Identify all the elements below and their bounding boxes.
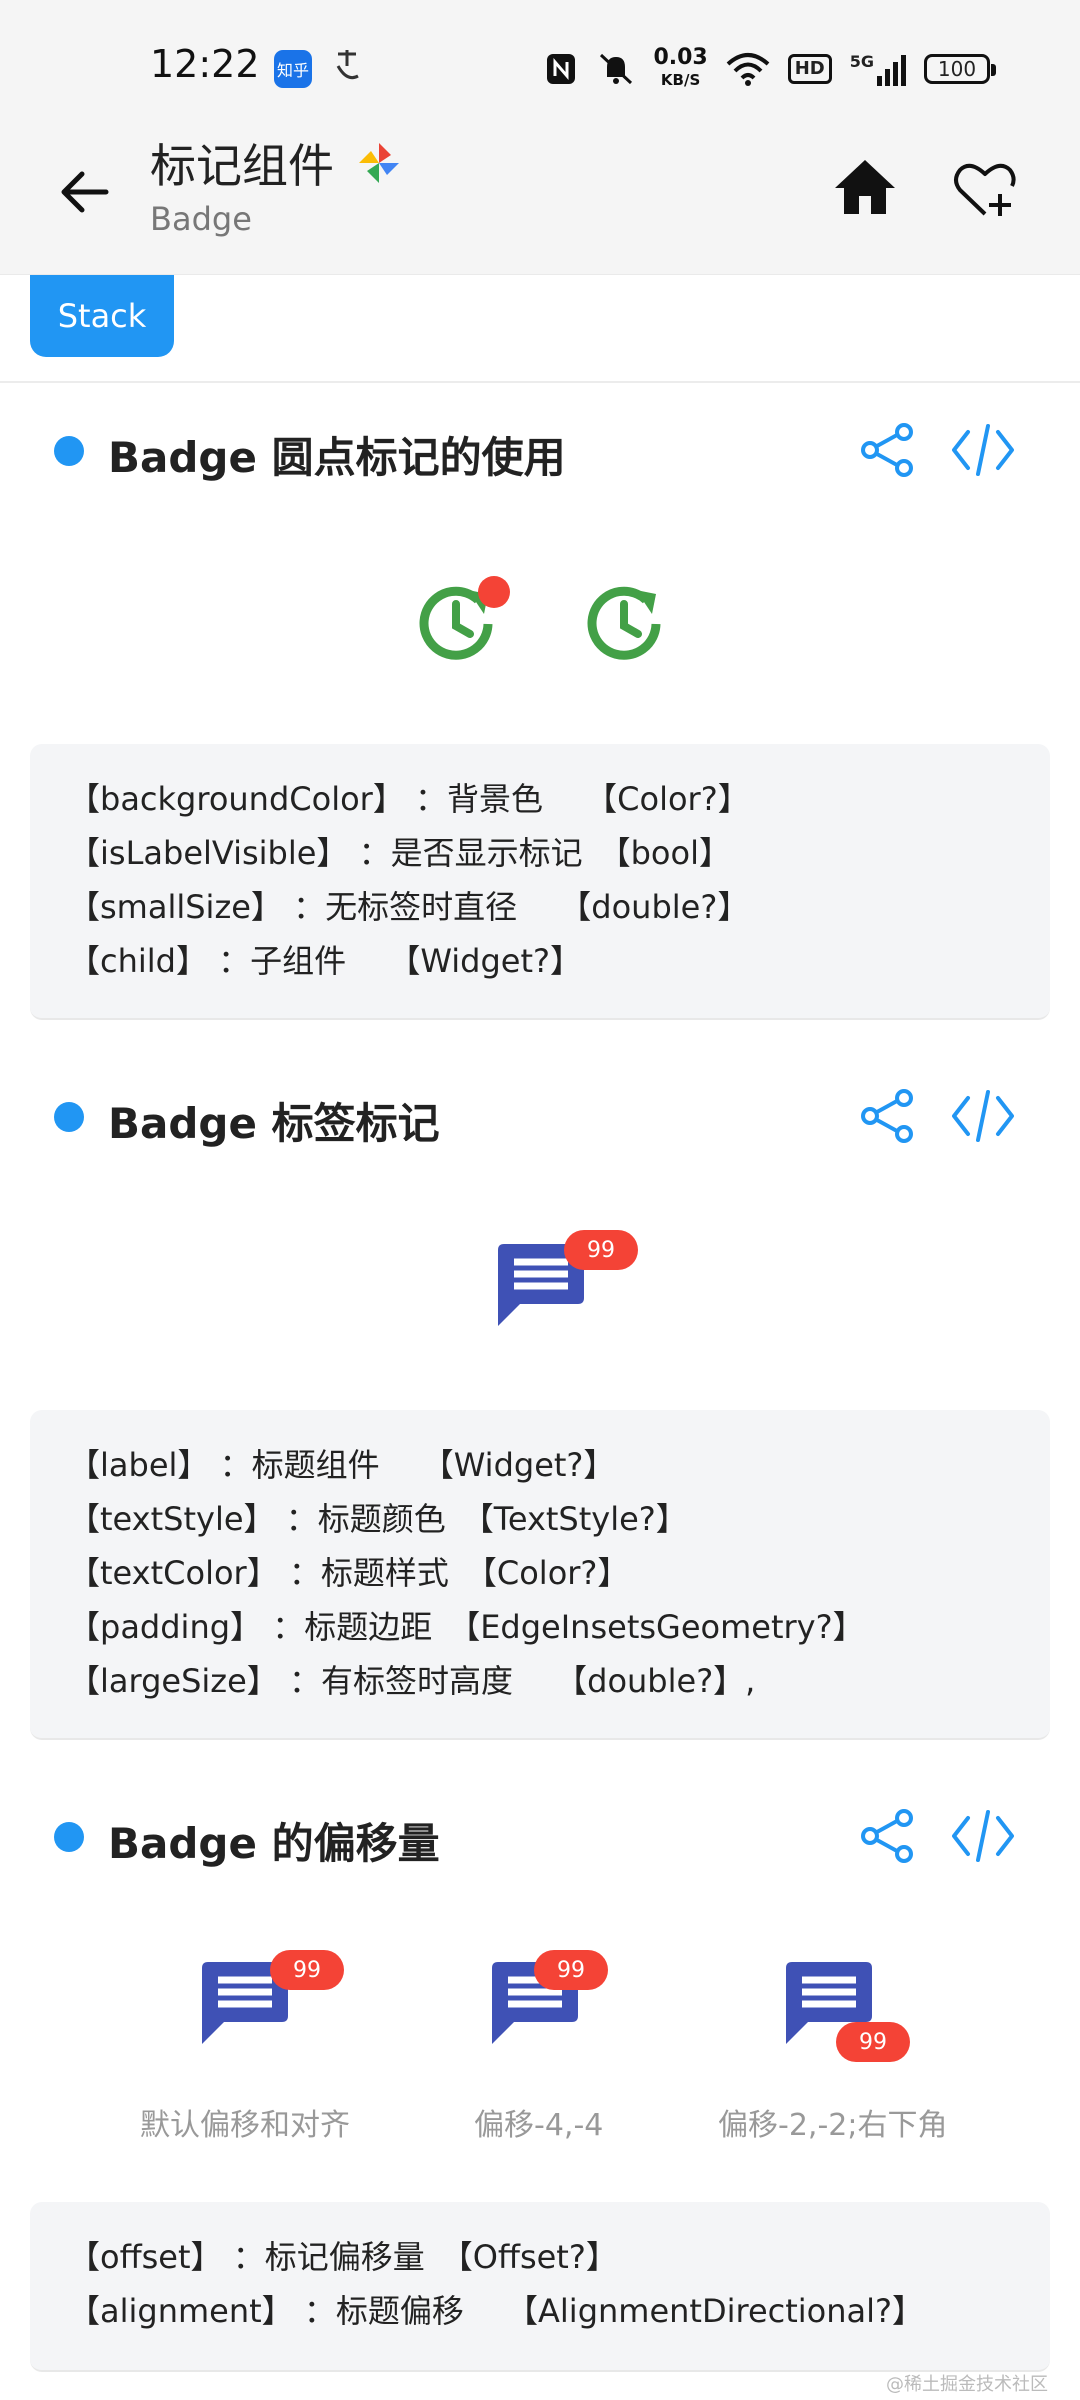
prop-line: 【largeSize】 ：有标签时高度 【double?】, <box>68 1662 756 1700</box>
share-icon[interactable] <box>858 1086 918 1146</box>
prop-line: 【label】 ：标题组件 【Widget?】 <box>68 1446 616 1484</box>
message-badge-offset-4: 99 <box>488 1948 638 2058</box>
section-title-dot-badge: Badge 圆点标记的使用 <box>108 433 566 482</box>
pinwheel-icon <box>359 143 399 183</box>
hd-icon: HD <box>787 54 832 84</box>
prop-line: 【backgroundColor】 ：背景色 【Color?】 <box>68 780 750 818</box>
heart-plus-icon <box>954 163 1016 216</box>
code-icon[interactable] <box>950 1806 1016 1866</box>
tag-chip-area: Stack <box>0 275 1080 383</box>
section-dot <box>54 1102 84 1132</box>
message-badge-default-offset: 99 <box>198 1948 348 2058</box>
count-badge: 99 <box>534 1950 608 1990</box>
section-dot <box>54 436 84 466</box>
add-favorite-button[interactable] <box>950 154 1020 224</box>
history-clock-icon <box>587 586 661 660</box>
clock-badge-visible <box>412 576 512 670</box>
clock-badge-hidden <box>580 580 670 670</box>
status-bar: 12:22 知乎 0.03 KB/S HD 5G 100 <box>0 0 1080 130</box>
code-icon[interactable] <box>950 1086 1016 1146</box>
status-icons: 0.03 KB/S HD 5G 100 <box>545 44 996 94</box>
prop-line: 【offset】 ：标记偏移量 【Offset?】 <box>68 2238 618 2276</box>
signal-5g-icon: 5G <box>850 52 906 86</box>
notification-app-icon <box>332 46 362 86</box>
section-title-label-badge: Badge 标签标记 <box>108 1099 440 1148</box>
nfc-icon <box>547 54 576 84</box>
zhihu-app-icon: 知乎 <box>274 50 312 88</box>
prop-line: 【textStyle】 ：标题颜色 【TextStyle?】 <box>68 1500 688 1538</box>
app-bar: 标记组件 Badge <box>0 130 1080 275</box>
prop-line: 【alignment】 ：标题偏移 【AlignmentDirectional?… <box>68 2292 925 2330</box>
mute-bell-icon <box>600 53 633 85</box>
back-button[interactable] <box>52 160 116 224</box>
network-speed: 0.03 KB/S <box>653 45 708 90</box>
prop-line: 【textColor】 ：标题样式 【Color?】 <box>68 1554 630 1592</box>
message-badge-label: 99 <box>494 1230 644 1340</box>
page-subtitle: Badge <box>150 200 252 238</box>
count-badge: 99 <box>836 2022 910 2062</box>
section-title-offset: Badge 的偏移量 <box>108 1819 440 1868</box>
page-title: 标记组件 <box>150 139 334 193</box>
battery-indicator: 100 <box>924 54 996 84</box>
section-dot <box>54 1822 84 1852</box>
props-card-dot: 【backgroundColor】 ：背景色 【Color?】 【isLabel… <box>30 744 1050 1020</box>
props-card-offset: 【offset】 ：标记偏移量 【Offset?】 【alignment】 ：标… <box>30 2202 1050 2372</box>
demo-caption: 偏移-2,-2;右下角 <box>718 2108 948 2143</box>
code-icon[interactable] <box>950 420 1016 480</box>
prop-line: 【padding】 ：标题边距 【EdgeInsetsGeometry?】 <box>68 1608 865 1646</box>
demo-caption: 默认偏移和对齐 <box>140 2108 350 2143</box>
status-time: 12:22 <box>150 42 260 86</box>
wifi-icon <box>726 53 770 86</box>
message-badge-bottom-right: 99 <box>782 1948 932 2068</box>
home-icon <box>835 160 895 214</box>
arrow-left-icon <box>61 171 109 213</box>
badge-dot <box>478 576 510 608</box>
stack-chip[interactable]: Stack <box>30 275 174 357</box>
share-icon[interactable] <box>858 420 918 480</box>
home-button[interactable] <box>830 152 900 222</box>
demo-caption: 偏移-4,-4 <box>474 2108 604 2143</box>
watermark: @稀土掘金技术社区 <box>886 2374 1048 2395</box>
prop-line: 【child】 ：子组件 【Widget?】 <box>68 942 582 980</box>
count-badge: 99 <box>564 1230 638 1270</box>
share-icon[interactable] <box>858 1806 918 1866</box>
prop-line: 【isLabelVisible】 ：是否显示标记 【bool】 <box>68 834 731 872</box>
count-badge: 99 <box>270 1950 344 1990</box>
prop-line: 【smallSize】 ：无标签时直径 【double?】 <box>68 888 750 926</box>
props-card-label: 【label】 ：标题组件 【Widget?】 【textStyle】 ：标题颜… <box>30 1410 1050 1740</box>
